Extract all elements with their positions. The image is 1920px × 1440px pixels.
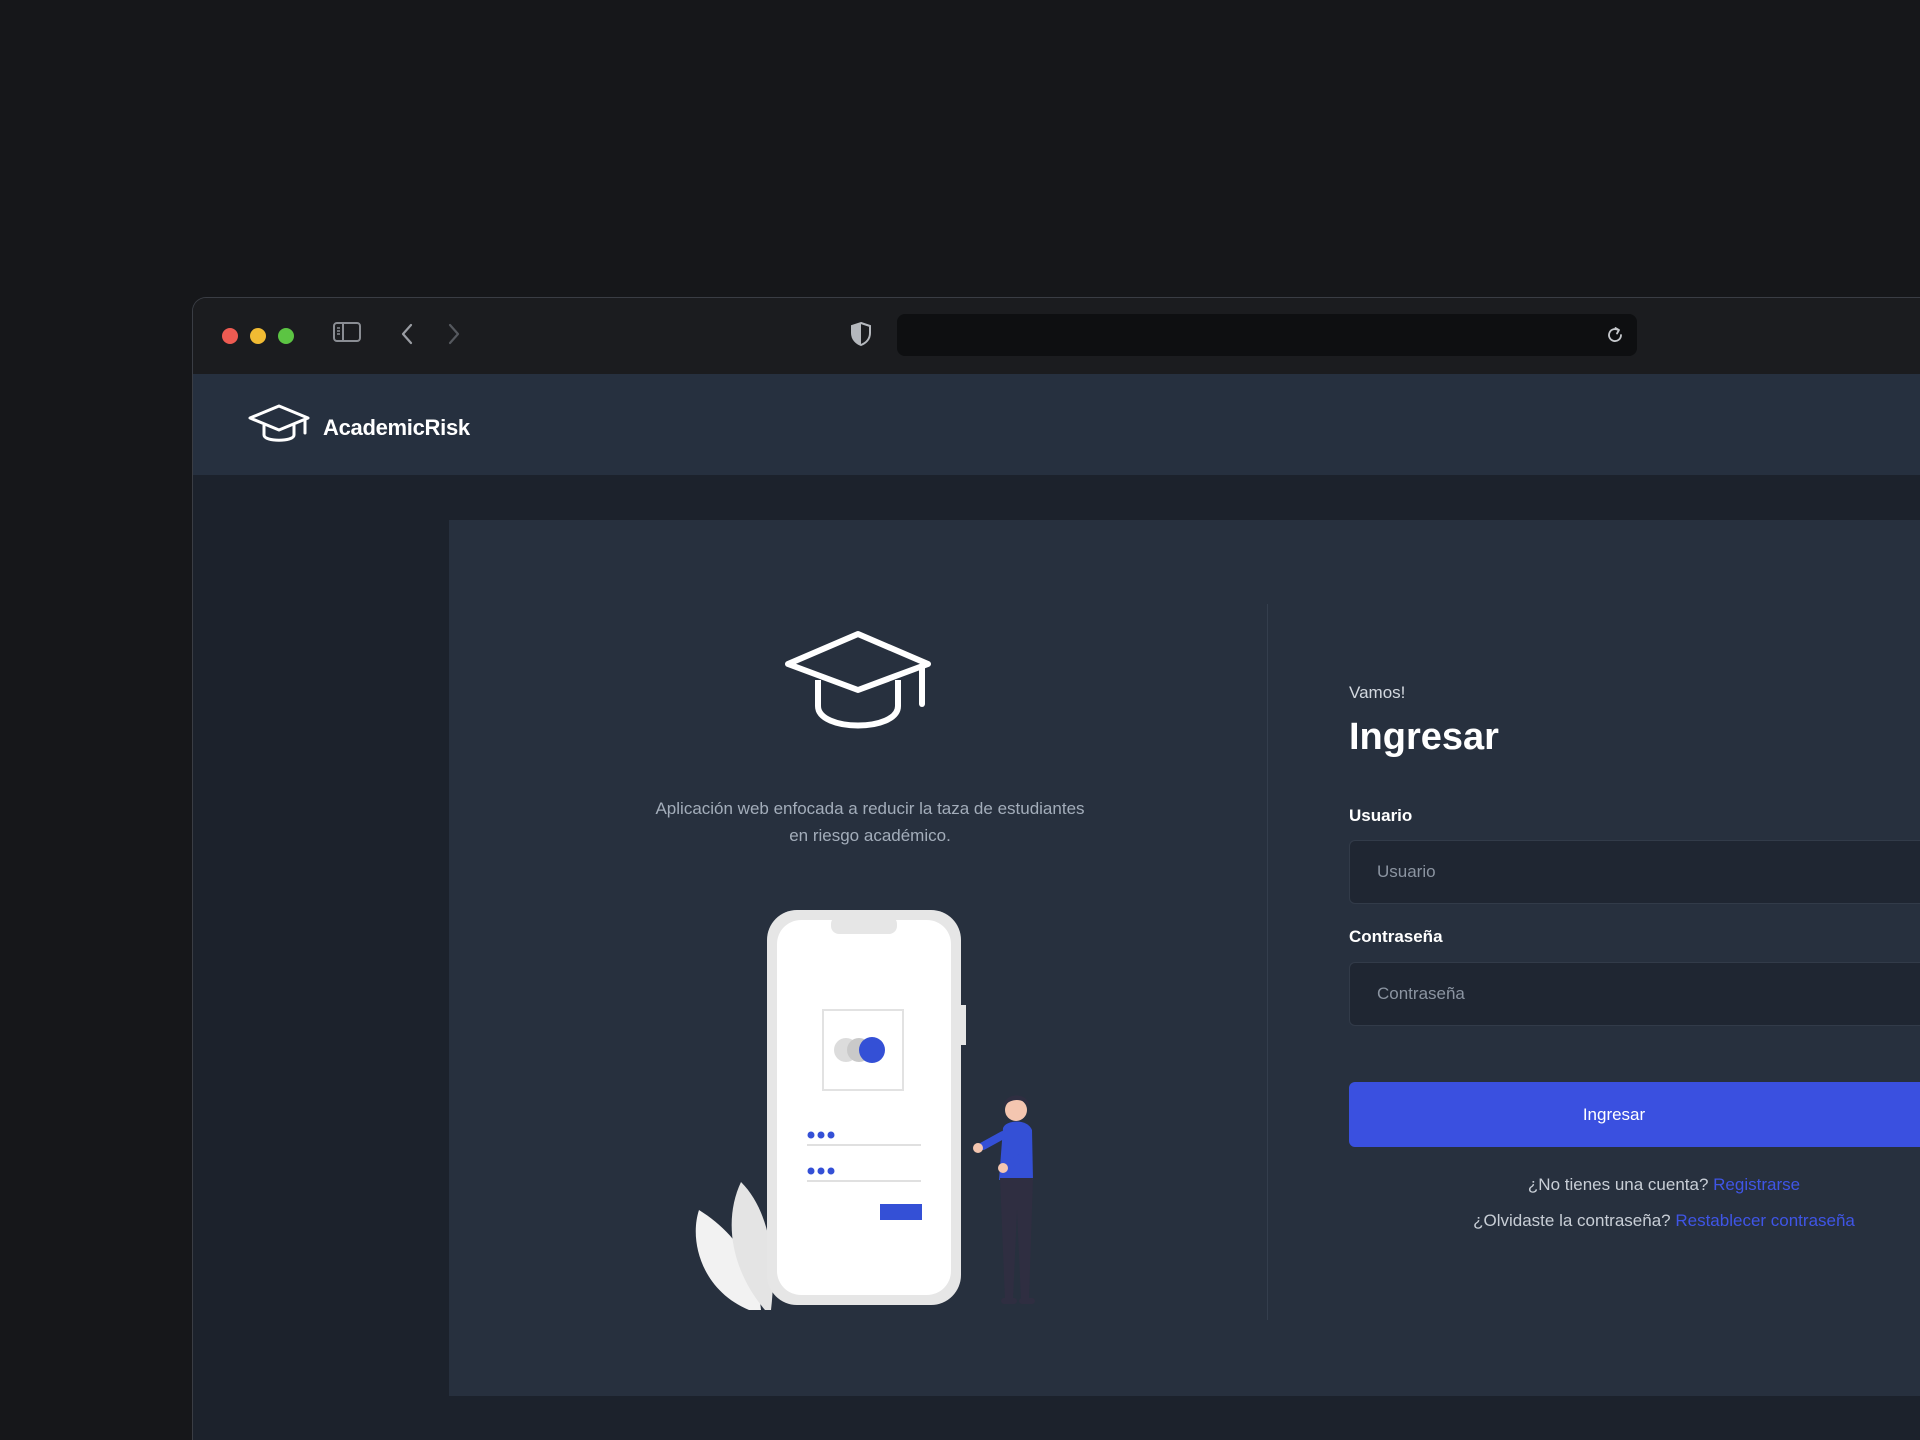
shield-icon[interactable] [849, 320, 873, 348]
close-window-button[interactable] [222, 328, 238, 344]
graduation-cap-icon [247, 402, 311, 453]
brand-logo[interactable]: AcademicRisk [247, 402, 470, 453]
address-bar[interactable] [897, 314, 1637, 356]
reload-icon[interactable] [1605, 325, 1625, 350]
forgot-helper: ¿Olvidaste la contraseña? Restablecer co… [1349, 1211, 1920, 1231]
login-illustration [661, 910, 1081, 1345]
main-content: Aplicación web enfocada a reducir la taz… [193, 475, 1920, 1440]
sidebar-icon[interactable] [332, 320, 362, 344]
browser-window: AcademicRisk Aplicación web enfocada a r… [192, 297, 1920, 1440]
panel-divider [1267, 604, 1268, 1320]
window-controls [222, 328, 294, 344]
login-card: Aplicación web enfocada a reducir la taz… [449, 520, 1920, 1396]
register-prompt: ¿No tienes una cuenta? [1527, 1175, 1709, 1194]
brand-name: AcademicRisk [323, 414, 470, 440]
graduation-cap-icon [780, 628, 936, 741]
back-icon[interactable] [398, 320, 416, 348]
app-description: Aplicación web enfocada a reducir la taz… [655, 799, 1085, 845]
login-form: Vamos! Ingresar Usuario Contraseña Ingre… [1349, 520, 1920, 1396]
reset-password-link[interactable]: Restablecer contraseña [1675, 1211, 1855, 1230]
username-input[interactable] [1349, 840, 1920, 904]
login-eyebrow: Vamos! [1349, 683, 1406, 702]
login-submit-button[interactable]: Ingresar [1349, 1082, 1920, 1147]
register-link[interactable]: Registrarse [1713, 1175, 1800, 1194]
forward-icon[interactable] [445, 320, 463, 348]
username-label: Usuario [1349, 806, 1413, 825]
forgot-prompt: ¿Olvidaste la contraseña? [1473, 1211, 1671, 1230]
maximize-window-button[interactable] [278, 328, 294, 344]
register-helper: ¿No tienes una cuenta? Registrarse [1349, 1175, 1920, 1195]
password-input[interactable] [1349, 962, 1920, 1026]
intro-panel: Aplicación web enfocada a reducir la taz… [449, 520, 1267, 1396]
password-label: Contraseña [1349, 927, 1443, 946]
app-header: AcademicRisk [193, 374, 1920, 475]
browser-toolbar [193, 298, 1920, 374]
minimize-window-button[interactable] [250, 328, 266, 344]
login-title: Ingresar [1349, 716, 1499, 758]
